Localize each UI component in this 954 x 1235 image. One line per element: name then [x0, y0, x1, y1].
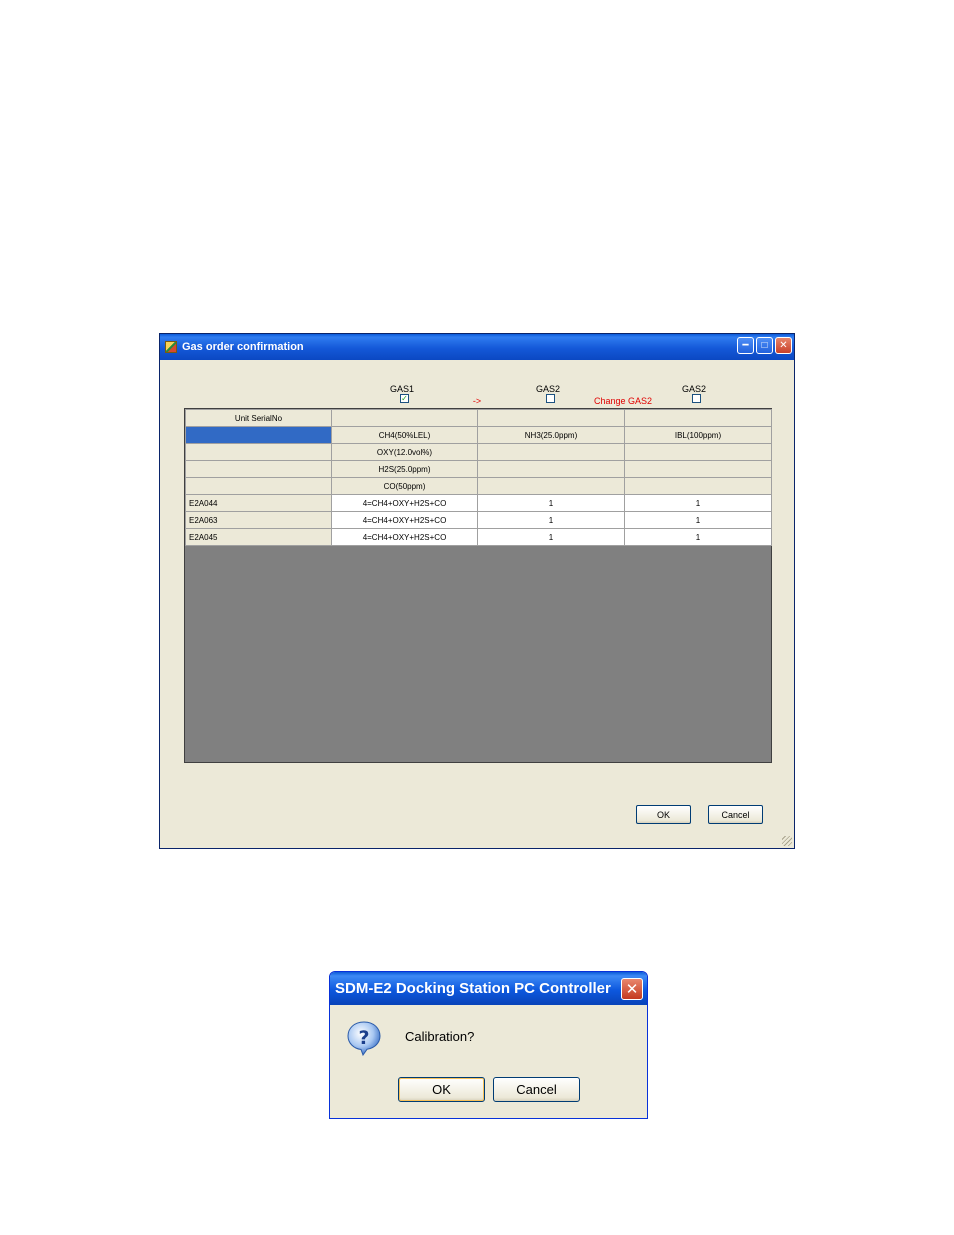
unit-serial-header: Unit SerialNo [185, 409, 332, 427]
gas2-alt-order-cell[interactable]: 1 [624, 528, 772, 546]
ok-button[interactable]: OK [636, 805, 691, 824]
dialog-ok-button[interactable]: OK [398, 1077, 485, 1102]
dialog-close-button[interactable]: ✕ [621, 978, 643, 1000]
arrow-label: -> [472, 396, 482, 406]
calibration-dialog: SDM-E2 Docking Station PC Controller ✕ ?… [329, 971, 648, 1119]
gas-order-table: Unit SerialNo CH4(50%LEL) NH3(25.0ppm) I… [185, 409, 772, 546]
gas1-order-cell[interactable]: 4=CH4+OXY+H2S+CO [331, 528, 478, 546]
gas2-label: GAS2 [535, 384, 560, 394]
gas-order-titlebar[interactable]: Gas order confirmation ━ □ ✕ [160, 334, 794, 360]
gas2-alt-order-cell[interactable]: 1 [624, 511, 772, 529]
dialog-message: Calibration? [405, 1029, 475, 1044]
close-icon: ✕ [779, 339, 788, 351]
gas1-checkbox[interactable]: ✓ [400, 394, 409, 403]
unit-serial-cell[interactable]: E2A045 [185, 528, 332, 546]
unit-serial-cell[interactable]: E2A044 [185, 494, 332, 512]
maximize-icon: □ [761, 339, 768, 351]
gas2-order-cell[interactable]: 1 [477, 528, 625, 546]
gas-cell[interactable]: CH4(50%LEL) [331, 426, 478, 444]
cancel-button[interactable]: Cancel [708, 805, 763, 824]
minimize-icon: ━ [742, 339, 749, 351]
gas-order-grid[interactable]: Unit SerialNo CH4(50%LEL) NH3(25.0ppm) I… [184, 408, 772, 763]
gas-cell[interactable]: IBL(100ppm) [624, 426, 772, 444]
minimize-button[interactable]: ━ [737, 337, 754, 354]
table-row[interactable]: E2A063 4=CH4+OXY+H2S+CO 1 1 [185, 511, 772, 529]
app-icon [165, 341, 177, 353]
table-header-row: Unit SerialNo [185, 409, 772, 427]
row-header[interactable] [185, 477, 332, 495]
unit-serial-cell[interactable]: E2A063 [185, 511, 332, 529]
calibration-titlebar[interactable]: SDM-E2 Docking Station PC Controller ✕ [330, 972, 647, 1005]
gas2-checkbox[interactable] [546, 394, 555, 403]
gas-row: OXY(12.0vol%) [185, 443, 772, 461]
gas2-alt-checkbox[interactable] [692, 394, 701, 403]
gas-cell[interactable] [477, 477, 625, 495]
gas-cell[interactable] [624, 477, 772, 495]
gas2-alt-column-header [624, 409, 772, 427]
gas1-order-cell[interactable]: 4=CH4+OXY+H2S+CO [331, 494, 478, 512]
gas-cell[interactable] [477, 460, 625, 478]
close-icon: ✕ [625, 981, 639, 998]
row-header[interactable] [185, 443, 332, 461]
gas-order-client: GAS1 ✓ -> GAS2 Change GAS2 GAS2 Unit Ser… [160, 360, 794, 848]
gas2-alt-order-cell[interactable]: 1 [624, 494, 772, 512]
gas2-order-cell[interactable]: 1 [477, 494, 625, 512]
resize-grip[interactable] [782, 836, 792, 846]
close-button[interactable]: ✕ [775, 337, 792, 354]
row-header[interactable] [185, 460, 332, 478]
gas2-order-cell[interactable]: 1 [477, 511, 625, 529]
change-gas2-label: Change GAS2 [593, 396, 653, 406]
gas-cell[interactable] [624, 460, 772, 478]
table-row[interactable]: E2A045 4=CH4+OXY+H2S+CO 1 1 [185, 528, 772, 546]
svg-text:?: ? [358, 1027, 369, 1049]
gas2-column-header [477, 409, 625, 427]
window-title: Gas order confirmation [182, 341, 304, 353]
maximize-button[interactable]: □ [756, 337, 773, 354]
gas1-column-header [331, 409, 478, 427]
gas1-label: GAS1 [389, 384, 414, 394]
question-icon: ? [347, 1021, 381, 1056]
table-row[interactable]: E2A044 4=CH4+OXY+H2S+CO 1 1 [185, 494, 772, 512]
gas-row: CH4(50%LEL) NH3(25.0ppm) IBL(100ppm) [185, 426, 772, 444]
gas2-alt-label: GAS2 [681, 384, 706, 394]
gas-cell[interactable]: OXY(12.0vol%) [331, 443, 478, 461]
title-buttons: ━ □ ✕ [737, 337, 792, 354]
gas1-order-cell[interactable]: 4=CH4+OXY+H2S+CO [331, 511, 478, 529]
gas-cell[interactable]: NH3(25.0ppm) [477, 426, 625, 444]
gas-cell[interactable] [477, 443, 625, 461]
dialog-cancel-button[interactable]: Cancel [493, 1077, 580, 1102]
gas-cell[interactable]: H2S(25.0ppm) [331, 460, 478, 478]
dialog-title: SDM-E2 Docking Station PC Controller [335, 980, 611, 997]
gas-order-window: Gas order confirmation ━ □ ✕ GAS1 ✓ -> G… [159, 333, 795, 849]
gas-row: H2S(25.0ppm) [185, 460, 772, 478]
selected-row-header[interactable] [185, 426, 332, 444]
gas-cell[interactable]: CO(50ppm) [331, 477, 478, 495]
gas-cell[interactable] [624, 443, 772, 461]
gas-row: CO(50ppm) [185, 477, 772, 495]
